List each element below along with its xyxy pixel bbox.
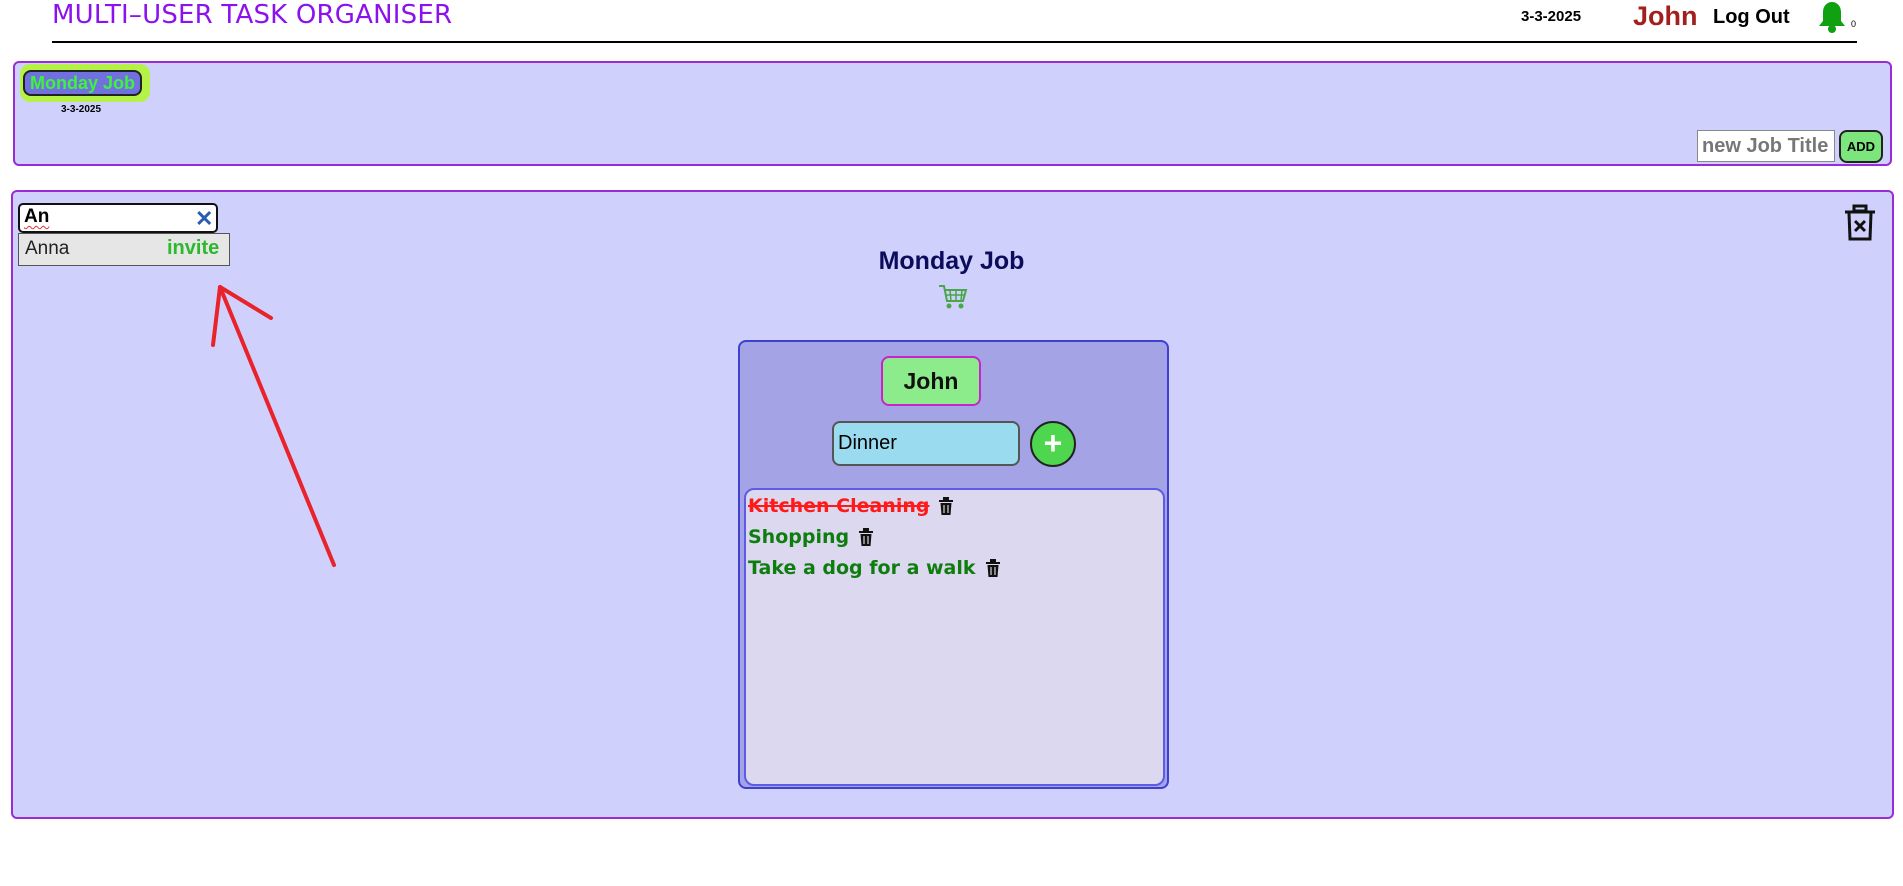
add-job-button[interactable]: ADD <box>1839 130 1883 163</box>
bell-icon[interactable] <box>1817 0 1847 34</box>
task-item: Kitchen Cleaning <box>748 493 954 519</box>
job-chip-monday[interactable]: Monday Job <box>23 70 142 96</box>
logout-button[interactable]: Log Out <box>1713 6 1790 29</box>
new-job-title-input[interactable] <box>1697 130 1835 162</box>
task-item: Take a dog for a walk <box>748 555 1000 581</box>
close-icon[interactable]: ✕ <box>195 205 213 233</box>
user-search-value: An <box>24 206 50 227</box>
task-item: Shopping <box>748 524 874 550</box>
task-label[interactable]: Take a dog for a walk <box>748 557 976 579</box>
task-label[interactable]: Kitchen Cleaning <box>748 495 929 517</box>
jobs-panel <box>13 61 1892 166</box>
current-user-name: John <box>1633 1 1698 31</box>
header-divider <box>52 41 1857 43</box>
user-name-badge: John <box>881 356 981 406</box>
add-task-button[interactable]: + <box>1030 421 1076 467</box>
notification-count: 0 <box>1851 19 1857 29</box>
trash-x-icon[interactable] <box>1843 204 1877 242</box>
app-title: MULTI–USER TASK ORGANISER <box>52 0 453 30</box>
task-label[interactable]: Shopping <box>748 526 849 548</box>
trash-icon[interactable] <box>939 497 954 515</box>
header-date: 3-3-2025 <box>1521 8 1582 25</box>
trash-icon[interactable] <box>859 528 874 546</box>
job-chip-date: 3-3-2025 <box>61 104 102 115</box>
new-task-input[interactable]: Dinner <box>832 421 1020 466</box>
plus-icon: + <box>1043 425 1063 461</box>
cart-icon <box>939 285 968 309</box>
job-title: Monday Job <box>878 247 1025 275</box>
trash-icon[interactable] <box>985 559 1000 577</box>
